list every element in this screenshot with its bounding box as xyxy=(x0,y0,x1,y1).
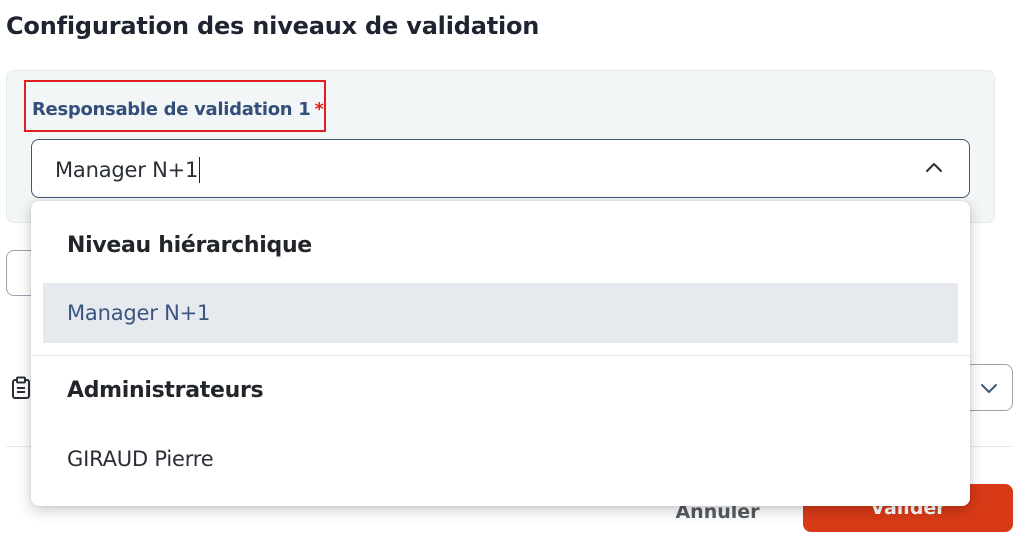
validator-select[interactable]: Manager N+1 xyxy=(31,139,970,198)
option-manager-n1[interactable]: Manager N+1 xyxy=(43,283,958,343)
chevron-up-icon[interactable] xyxy=(925,160,943,174)
required-marker: * xyxy=(314,99,324,120)
group-header-hierarchy: Niveau hiérarchique xyxy=(67,233,312,258)
text-caret xyxy=(199,157,201,183)
dropdown-divider xyxy=(31,355,970,356)
chevron-down-icon xyxy=(981,384,997,393)
group-header-administrators: Administrateurs xyxy=(67,378,264,403)
select-value[interactable]: Manager N+1 xyxy=(55,157,201,183)
page-title: Configuration des niveaux de validation xyxy=(6,12,540,40)
field-label-text: Responsable de validation 1 xyxy=(32,99,311,120)
select-value-text: Manager N+1 xyxy=(55,158,199,182)
validator-dropdown-menu: Niveau hiérarchique Manager N+1 Administ… xyxy=(31,201,970,506)
clipboard-icon xyxy=(12,376,30,399)
field-label: Responsable de validation 1 * xyxy=(32,99,324,120)
option-giraud-pierre[interactable]: GIRAUD Pierre xyxy=(43,429,958,489)
